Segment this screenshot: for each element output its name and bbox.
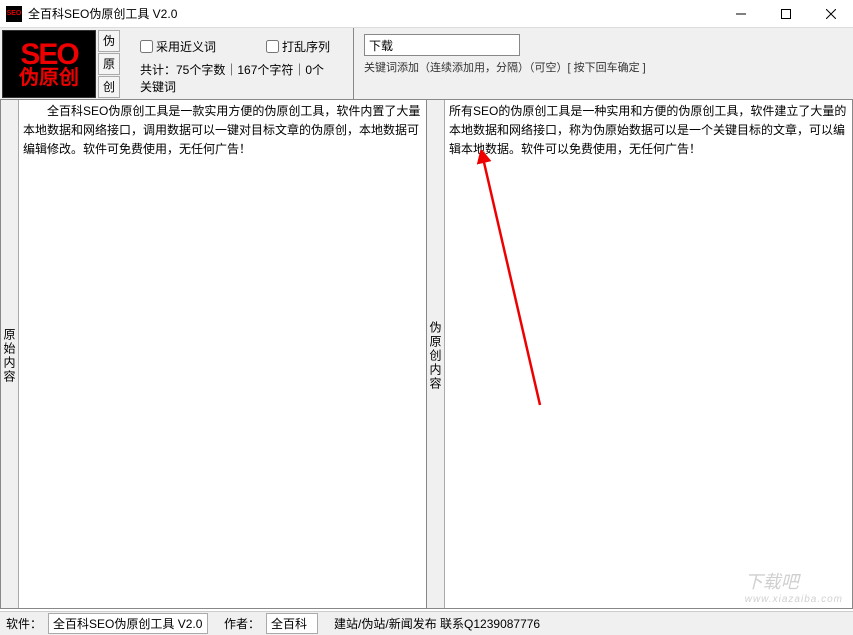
close-button[interactable]	[808, 0, 853, 28]
close-icon	[826, 9, 836, 19]
shuffle-label: 打乱序列	[282, 38, 330, 55]
shuffle-checkbox[interactable]: 打乱序列	[266, 38, 330, 55]
status-bar: 软件： 全百科SEO伪原创工具 V2.0 作者： 全百科 建站/伪站/新闻发布 …	[0, 611, 853, 635]
status-extra: 建站/伪站/新闻发布 联系Q1239087776	[334, 615, 540, 632]
shuffle-input[interactable]	[266, 40, 279, 53]
window-title: 全百科SEO伪原创工具 V2.0	[28, 5, 718, 22]
keyword-input[interactable]	[364, 34, 520, 56]
watermark: 下载吧 www.xiazaiba.com	[745, 568, 843, 605]
synonym-input[interactable]	[140, 40, 153, 53]
author-label: 作者：	[224, 615, 260, 632]
chuang-button[interactable]: 创	[98, 76, 120, 98]
original-label: 原始内容	[1, 100, 19, 608]
toolbar: SEO 伪原创 伪 原 创 采用近义词 打乱序列 共计：75个字数｜167个字符…	[0, 28, 853, 100]
synonym-label: 采用近义词	[156, 38, 216, 55]
rewrite-content[interactable]: 所有SEO的伪原创工具是一种实用和方便的伪原创工具，软件建立了大量的本地数据和网…	[445, 100, 852, 608]
app-icon: SEO	[6, 6, 22, 22]
software-label: 软件：	[6, 615, 42, 632]
yuan-button[interactable]: 原	[98, 53, 120, 75]
minimize-icon	[736, 9, 746, 19]
stats-text: 共计：75个字数｜167个字符｜0个关键词	[122, 57, 353, 99]
rewrite-panel: 伪原创内容 所有SEO的伪原创工具是一种实用和方便的伪原创工具，软件建立了大量的…	[426, 100, 853, 609]
annotation-arrow-icon	[475, 150, 555, 410]
software-value: 全百科SEO伪原创工具 V2.0	[48, 613, 208, 634]
maximize-icon	[781, 9, 791, 19]
rewrite-label: 伪原创内容	[427, 100, 445, 608]
original-panel: 原始内容 全百科SEO伪原创工具是一款实用方便的伪原创工具，软件内置了大量本地数…	[0, 100, 426, 609]
minimize-button[interactable]	[718, 0, 763, 28]
original-content[interactable]: 全百科SEO伪原创工具是一款实用方便的伪原创工具，软件内置了大量本地数据和网络接…	[19, 100, 426, 608]
maximize-button[interactable]	[763, 0, 808, 28]
synonym-checkbox[interactable]: 采用近义词	[140, 38, 216, 55]
keyword-hint: 关键词添加（连续添加用，分隔）（可空）[ 按下回车确定 ]	[364, 60, 843, 77]
logo-main: SEO	[20, 41, 77, 68]
wei-button[interactable]: 伪	[98, 30, 120, 52]
logo-sub: 伪原创	[19, 68, 79, 88]
logo: SEO 伪原创	[2, 30, 96, 98]
author-value: 全百科	[266, 613, 318, 634]
